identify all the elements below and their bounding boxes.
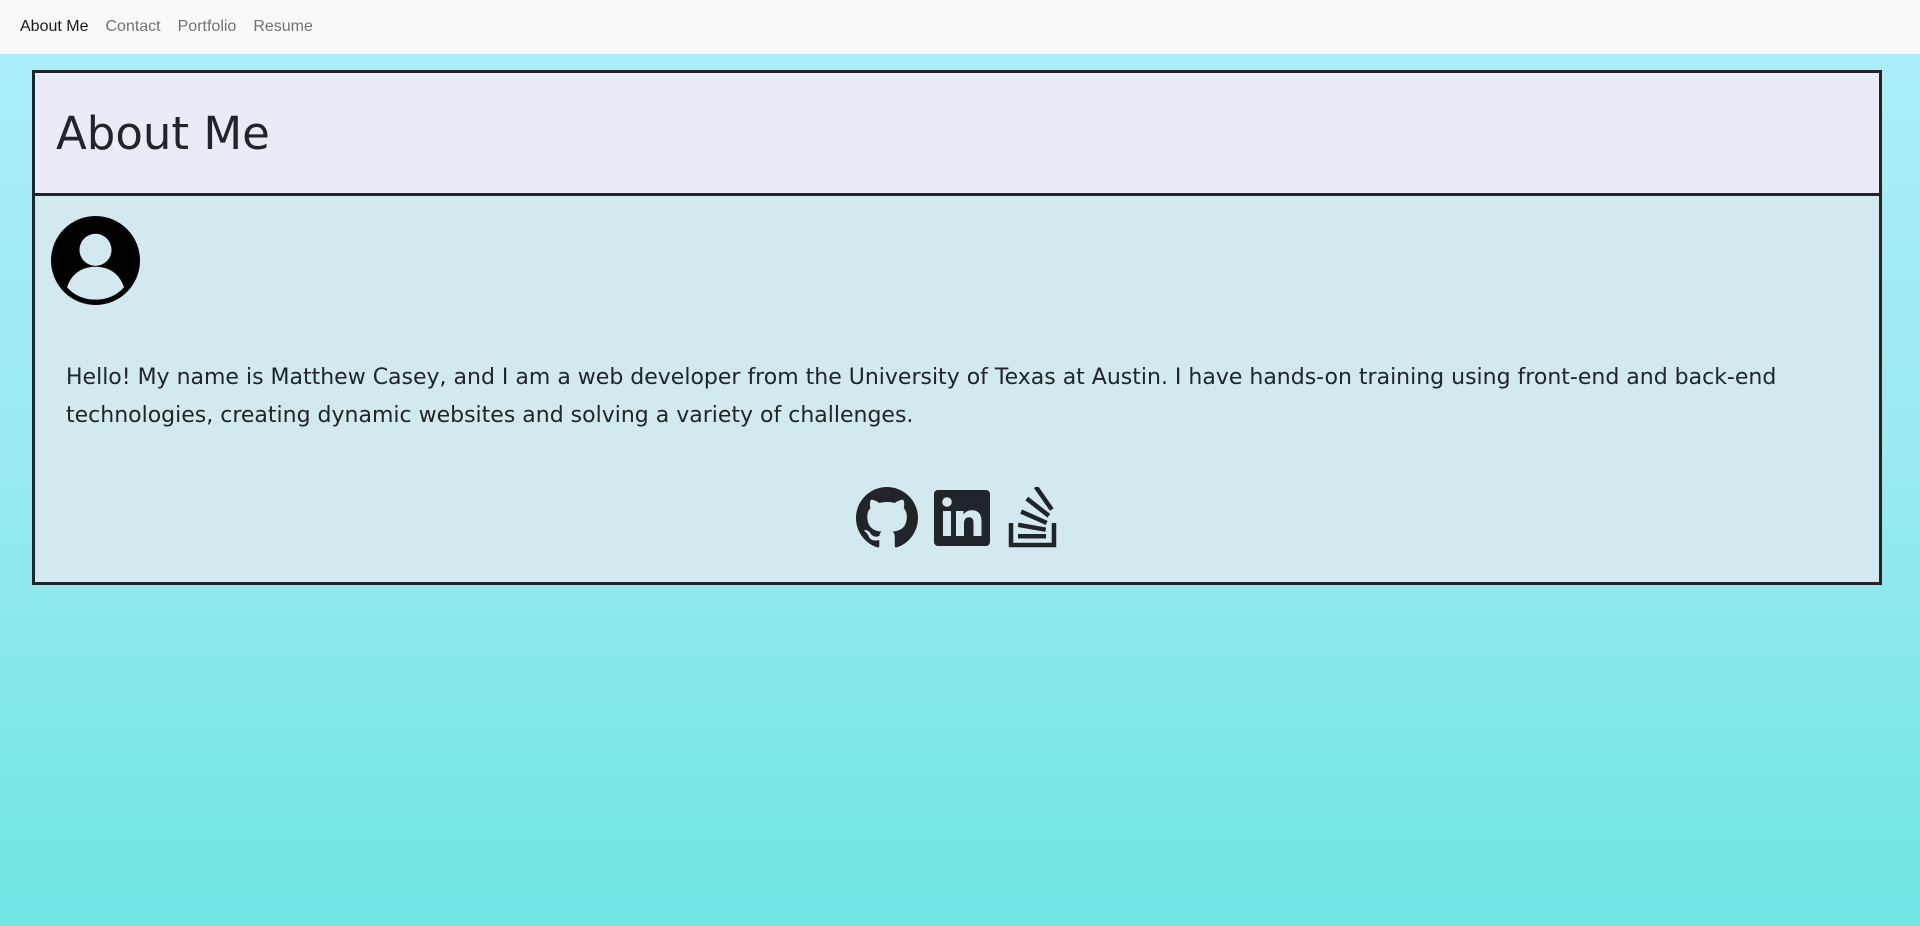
nav-link-portfolio[interactable]: Portfolio: [178, 18, 237, 36]
linkedin-icon: [934, 490, 990, 546]
linkedin-link[interactable]: [932, 487, 994, 549]
nav-links: About Me Contact Portfolio Resume: [20, 18, 330, 36]
github-link[interactable]: [856, 487, 918, 549]
about-card-body: Hello! My name is Matthew Casey, and I a…: [35, 196, 1879, 582]
github-icon: [856, 487, 918, 548]
nav-link-contact[interactable]: Contact: [105, 18, 160, 36]
stackoverflow-icon: [1008, 485, 1057, 548]
nav-link-resume[interactable]: Resume: [253, 18, 313, 36]
about-card-header: About Me: [35, 73, 1879, 196]
avatar-icon: [51, 216, 140, 305]
social-links: [35, 485, 1879, 549]
page-title: About Me: [56, 106, 270, 160]
stackoverflow-link[interactable]: [1008, 485, 1058, 549]
about-card: About Me Hello! My name is Matthew Casey…: [32, 70, 1882, 585]
navbar: About Me Contact Portfolio Resume: [0, 0, 1920, 54]
bio-text: Hello! My name is Matthew Casey, and I a…: [66, 365, 1777, 428]
nav-link-about-me[interactable]: About Me: [20, 18, 88, 36]
